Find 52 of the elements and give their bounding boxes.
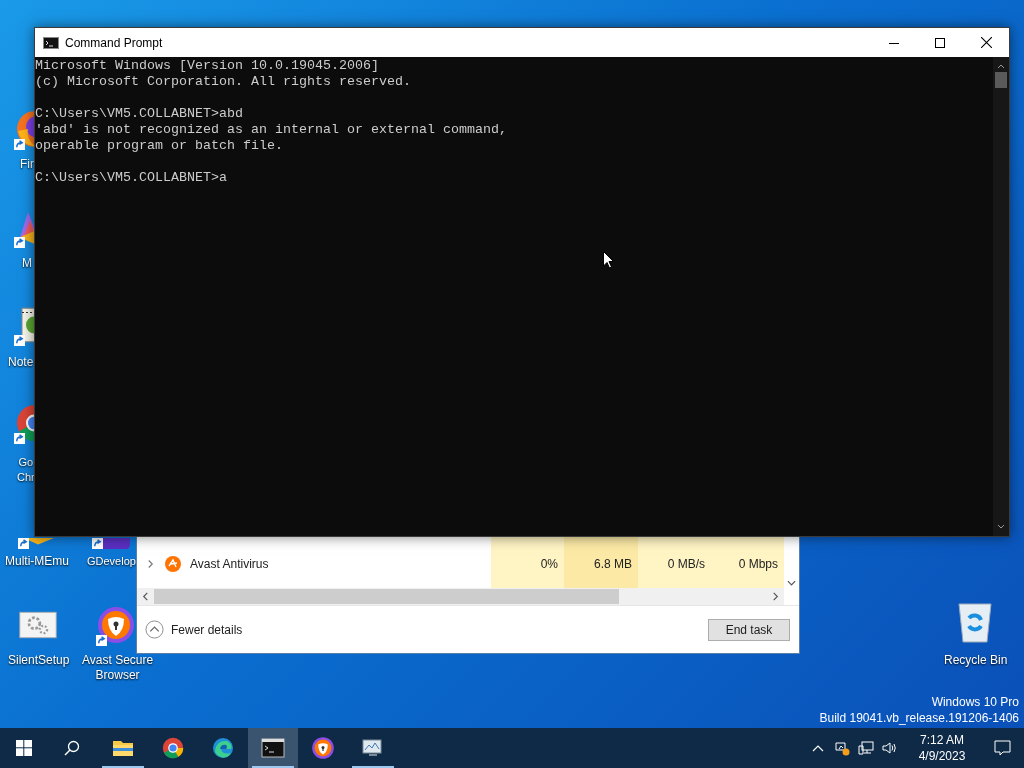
desktop-icon-label: Browser bbox=[95, 668, 140, 683]
scroll-thumb[interactable] bbox=[995, 72, 1007, 88]
desktop-icon-label: Multi-MEmu bbox=[5, 554, 69, 569]
windows-logo-icon bbox=[16, 740, 32, 756]
clock[interactable]: 7:12 AM 4/9/2023 bbox=[904, 732, 980, 764]
network-icon[interactable] bbox=[858, 740, 874, 756]
table-cell: 0 MB/s bbox=[638, 549, 711, 578]
search-icon bbox=[64, 740, 80, 756]
vertical-scrollbar[interactable] bbox=[993, 57, 1009, 536]
os-version-text: Build 19041.vb_release.191206-1406 bbox=[819, 710, 1019, 726]
avast-icon bbox=[165, 555, 181, 572]
desktop-icon-label: M bbox=[22, 256, 32, 271]
edge-icon bbox=[211, 736, 235, 760]
desktop-icon-label: SilentSetup bbox=[8, 653, 70, 668]
mouse-pointer-icon bbox=[603, 251, 614, 269]
collapse-icon bbox=[145, 620, 164, 639]
desktop-icon-label: Go bbox=[18, 455, 34, 470]
console-line: 'abd' is not recognized as an internal or external command, bbox=[35, 122, 508, 138]
maximize-icon bbox=[935, 37, 945, 48]
process-name: Avast Antivirus bbox=[190, 555, 270, 573]
desktop-icon-label: Note bbox=[8, 355, 34, 370]
console-line: (c) Microsoft Corporation. All rights reserved. bbox=[35, 74, 412, 90]
console-line: C:\Users\VM5.COLLABNET>abd bbox=[35, 106, 244, 122]
desktop-icon-label: Avast Secure bbox=[82, 653, 154, 668]
notification-icon bbox=[993, 740, 1011, 756]
window-title: Command Prompt bbox=[65, 34, 163, 52]
desktop-icon-label: Recycle Bin bbox=[944, 653, 1008, 668]
avast-icon[interactable] bbox=[96, 604, 136, 646]
terminal-icon bbox=[43, 36, 59, 49]
console-line: C:\Users\VM5.COLLABNET>a bbox=[35, 170, 228, 186]
os-version-text: Windows 10 Pro bbox=[931, 694, 1019, 710]
recycle-bin-icon[interactable] bbox=[955, 600, 995, 644]
taskbar-app-button[interactable] bbox=[248, 728, 298, 768]
avast-icon bbox=[311, 736, 335, 760]
horizontal-scrollbar[interactable] bbox=[137, 588, 784, 605]
console-line: Microsoft Windows [Version 10.0.19045.2006] bbox=[35, 58, 380, 74]
terminal-icon bbox=[261, 736, 285, 760]
desktop-icon-label: Chr bbox=[17, 470, 35, 485]
caret-up-icon[interactable] bbox=[812, 744, 824, 752]
fewer-details-button[interactable]: Fewer details bbox=[145, 620, 243, 639]
desktop-icon-label: Fir bbox=[20, 157, 34, 172]
table-cell: 6.8 MB bbox=[564, 549, 638, 578]
console-line: operable program or batch file. bbox=[35, 138, 284, 154]
close-icon bbox=[980, 37, 992, 48]
security-alert-icon[interactable] bbox=[834, 740, 850, 756]
table-cell: 0% bbox=[491, 549, 564, 578]
desktop-icon-label: GDevelop bbox=[87, 554, 136, 569]
end-task-button[interactable]: End task bbox=[708, 618, 790, 641]
chrome-icon bbox=[161, 736, 185, 760]
table-cell: 0 Mbps bbox=[711, 549, 784, 578]
chevron-right-icon[interactable] bbox=[146, 558, 154, 569]
speaker-icon[interactable] bbox=[882, 740, 898, 756]
